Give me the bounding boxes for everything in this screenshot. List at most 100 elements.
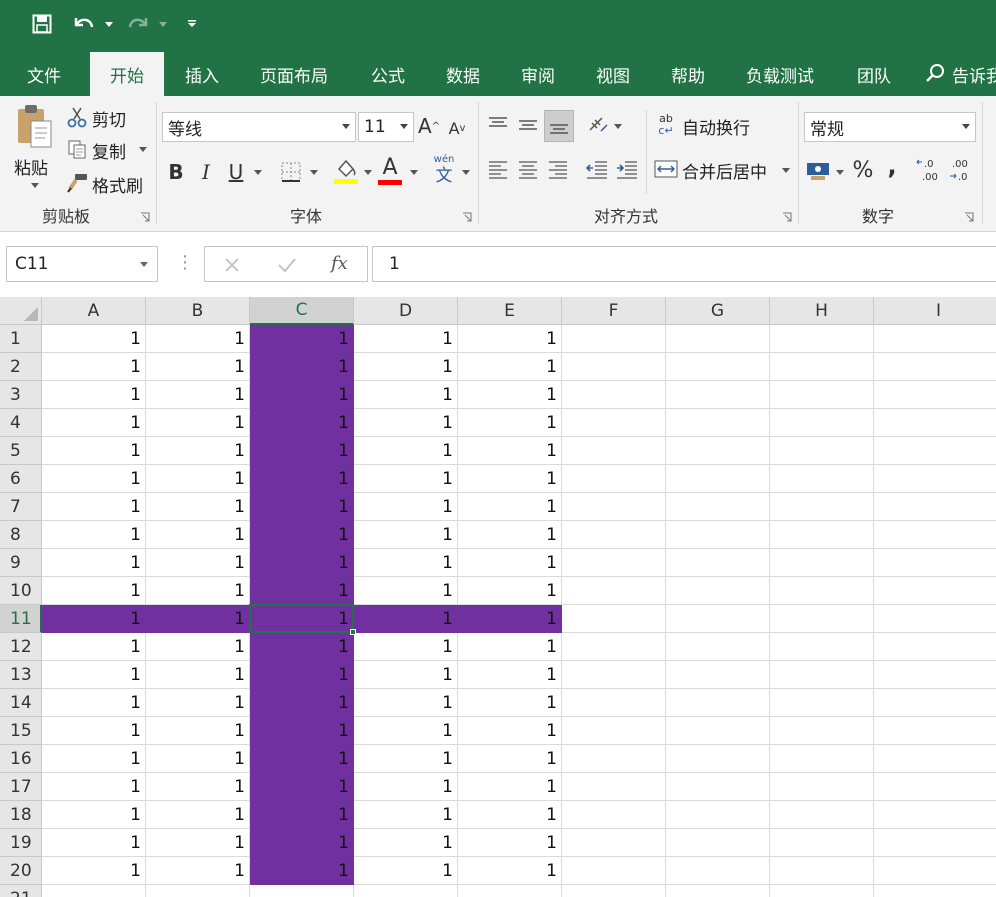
paste-dropdown-icon[interactable] <box>31 183 39 188</box>
copy-icon[interactable] <box>66 138 88 160</box>
phonetic-guide-icon[interactable]: wén 文 <box>430 154 458 186</box>
number-launcher-icon[interactable] <box>964 212 974 222</box>
row-header[interactable]: 13 <box>0 661 42 689</box>
worksheet-grid[interactable]: ABCDEFGHI1111112111113111114111115111116… <box>0 297 996 897</box>
cell[interactable]: 1 <box>354 465 458 493</box>
cell[interactable] <box>562 605 666 633</box>
cell[interactable]: 1 <box>458 577 562 605</box>
cell[interactable] <box>666 409 770 437</box>
cell[interactable]: 1 <box>146 493 250 521</box>
formula-bar-grip-icon[interactable]: ⋮ <box>176 252 194 273</box>
cell[interactable]: 1 <box>458 605 562 633</box>
cell[interactable]: 1 <box>458 661 562 689</box>
cell[interactable]: 1 <box>250 465 354 493</box>
cell[interactable] <box>562 521 666 549</box>
cell[interactable]: 1 <box>458 493 562 521</box>
cell[interactable]: 1 <box>458 521 562 549</box>
cell[interactable] <box>666 465 770 493</box>
cell[interactable]: 1 <box>250 605 354 633</box>
enter-icon[interactable] <box>277 256 297 274</box>
cell[interactable] <box>666 717 770 745</box>
row-header[interactable]: 17 <box>0 773 42 801</box>
column-header-d[interactable]: D <box>354 297 458 325</box>
cell[interactable] <box>562 829 666 857</box>
orientation-dropdown-icon[interactable] <box>614 124 622 129</box>
cell[interactable] <box>666 885 770 897</box>
cell[interactable] <box>874 409 996 437</box>
cell[interactable] <box>874 577 996 605</box>
number-format-select[interactable]: 常规 <box>804 112 976 142</box>
cell[interactable] <box>562 325 666 353</box>
cell[interactable] <box>562 717 666 745</box>
redo-dropdown-icon[interactable] <box>156 10 170 38</box>
cell[interactable]: 1 <box>354 857 458 885</box>
cell[interactable]: 1 <box>354 325 458 353</box>
cell[interactable] <box>770 353 874 381</box>
accounting-format-icon[interactable] <box>804 158 832 184</box>
row-header[interactable]: 9 <box>0 549 42 577</box>
cell[interactable]: 1 <box>146 409 250 437</box>
comma-style-button[interactable]: , <box>882 152 902 180</box>
cell[interactable]: 1 <box>458 353 562 381</box>
cell[interactable] <box>562 465 666 493</box>
cell[interactable]: 1 <box>250 689 354 717</box>
wrap-text-icon[interactable]: ab c↵ <box>654 112 678 138</box>
cell[interactable]: 1 <box>458 773 562 801</box>
redo-icon[interactable] <box>124 10 152 38</box>
cell[interactable]: 1 <box>42 689 146 717</box>
cell[interactable] <box>874 353 996 381</box>
accounting-dropdown-icon[interactable] <box>836 170 844 175</box>
cell[interactable] <box>562 885 666 897</box>
cell[interactable] <box>874 633 996 661</box>
cell[interactable] <box>770 577 874 605</box>
cell[interactable]: 1 <box>146 325 250 353</box>
cell[interactable] <box>770 829 874 857</box>
cell[interactable] <box>666 353 770 381</box>
decrease-decimal-icon[interactable]: .00.0 <box>948 156 976 184</box>
cell[interactable] <box>562 549 666 577</box>
cell[interactable] <box>562 381 666 409</box>
cell[interactable]: 1 <box>354 493 458 521</box>
cell[interactable]: 1 <box>354 605 458 633</box>
cell[interactable] <box>874 717 996 745</box>
cell[interactable] <box>770 381 874 409</box>
cell[interactable] <box>770 773 874 801</box>
cell[interactable] <box>874 605 996 633</box>
cell[interactable] <box>770 801 874 829</box>
column-header-g[interactable]: G <box>666 297 770 325</box>
alignment-launcher-icon[interactable] <box>782 212 792 222</box>
cell[interactable]: 1 <box>146 381 250 409</box>
cell[interactable]: 1 <box>250 801 354 829</box>
fill-handle[interactable] <box>350 629 356 635</box>
cell[interactable] <box>770 885 874 897</box>
tab-team[interactable]: 团队 <box>844 52 904 96</box>
cell[interactable] <box>770 717 874 745</box>
cell[interactable]: 1 <box>42 829 146 857</box>
copy-label[interactable]: 复制 <box>92 138 126 163</box>
wrap-text-label[interactable]: 自动换行 <box>682 114 750 139</box>
font-color-dropdown-icon[interactable] <box>410 170 418 175</box>
cell[interactable] <box>874 661 996 689</box>
row-header[interactable]: 18 <box>0 801 42 829</box>
cell[interactable]: 1 <box>458 857 562 885</box>
cell[interactable] <box>666 745 770 773</box>
cell[interactable] <box>874 549 996 577</box>
cell[interactable]: 1 <box>250 717 354 745</box>
percent-style-button[interactable]: % <box>850 156 876 184</box>
cell[interactable] <box>770 493 874 521</box>
row-header[interactable]: 21 <box>0 885 42 897</box>
cell[interactable] <box>562 409 666 437</box>
cell[interactable]: 1 <box>354 801 458 829</box>
cell[interactable]: 1 <box>42 353 146 381</box>
cell[interactable]: 1 <box>42 325 146 353</box>
cell[interactable] <box>770 465 874 493</box>
cut-icon[interactable] <box>66 106 88 128</box>
insert-function-button[interactable]: fx <box>331 253 348 274</box>
cell[interactable] <box>666 857 770 885</box>
tab-page-layout[interactable]: 页面布局 <box>248 52 340 96</box>
format-painter-label[interactable]: 格式刷 <box>92 172 143 197</box>
row-header[interactable]: 15 <box>0 717 42 745</box>
align-right-icon[interactable] <box>546 156 570 182</box>
cell[interactable]: 1 <box>458 633 562 661</box>
cell[interactable]: 1 <box>42 661 146 689</box>
